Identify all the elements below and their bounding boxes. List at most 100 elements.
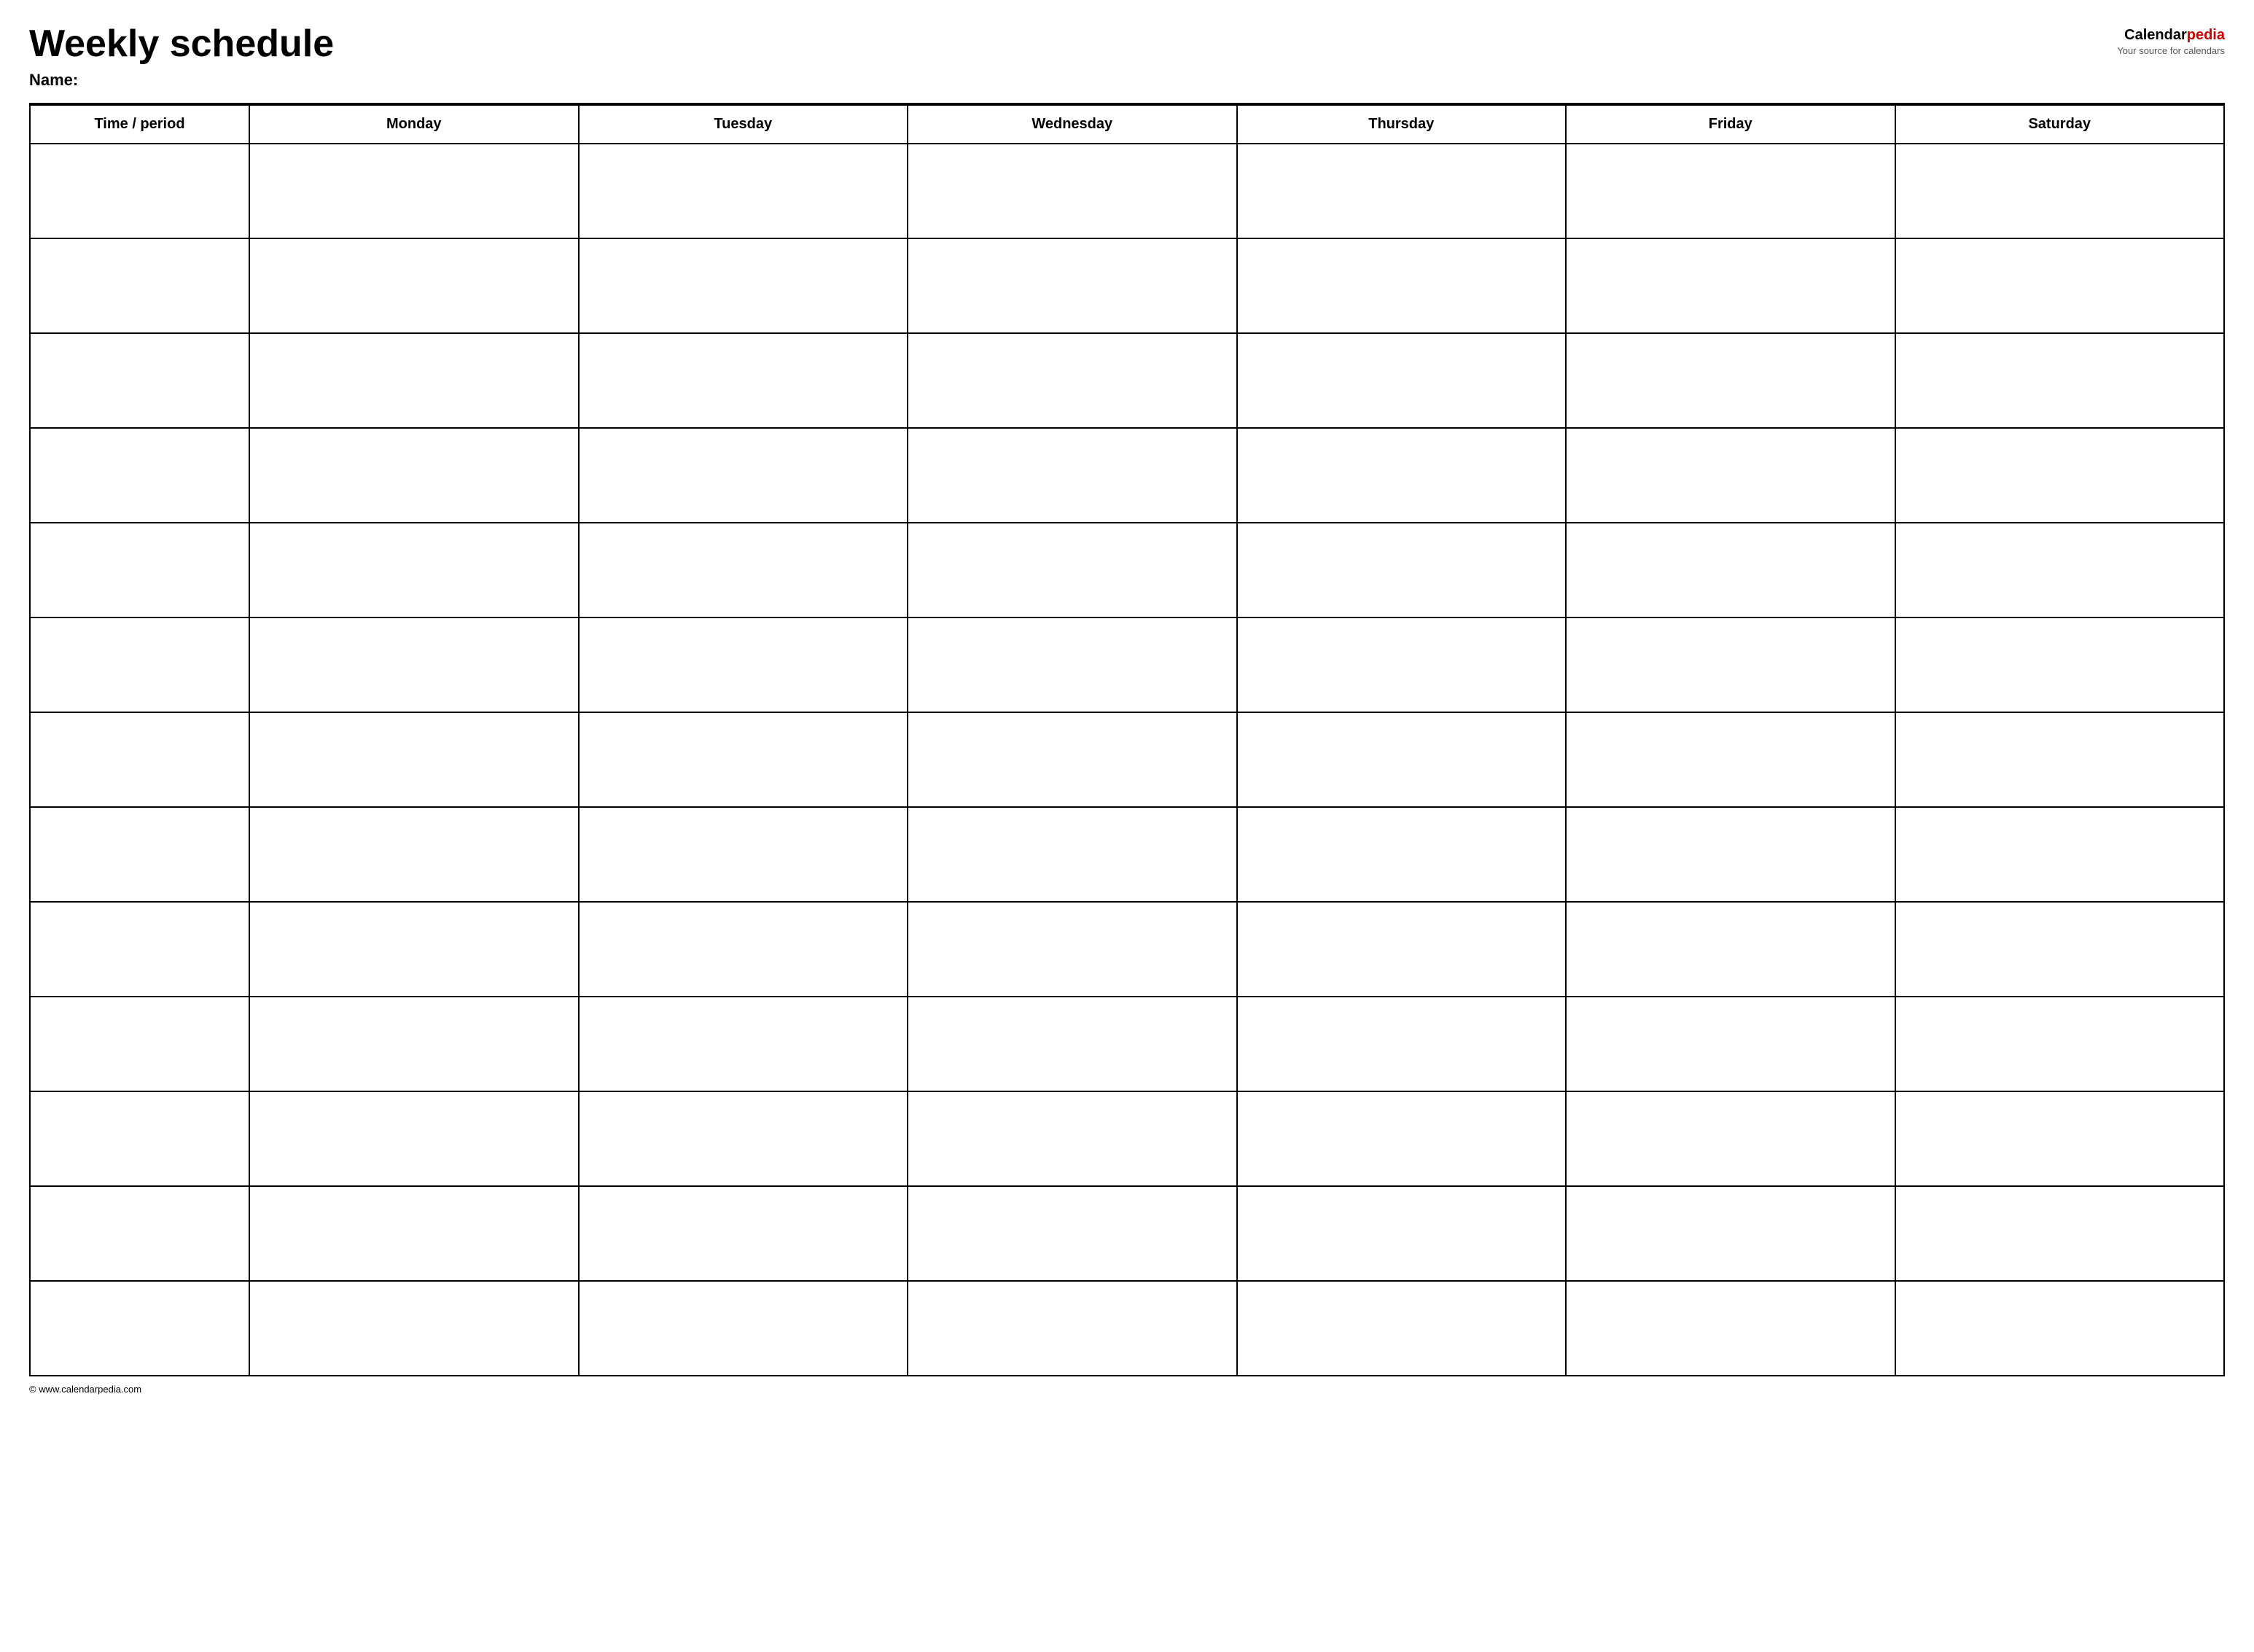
schedule-cell[interactable]	[1237, 902, 1567, 997]
schedule-cell[interactable]	[1895, 902, 2225, 997]
schedule-cell[interactable]	[579, 712, 908, 807]
schedule-cell[interactable]	[1566, 712, 1895, 807]
schedule-cell[interactable]	[249, 902, 579, 997]
col-header-wednesday: Wednesday	[908, 105, 1237, 144]
schedule-cell[interactable]	[908, 902, 1237, 997]
time-cell[interactable]	[30, 712, 249, 807]
schedule-cell[interactable]	[908, 1186, 1237, 1281]
schedule-cell[interactable]	[908, 1091, 1237, 1186]
schedule-cell[interactable]	[1895, 617, 2225, 712]
schedule-cell[interactable]	[908, 428, 1237, 523]
schedule-cell[interactable]	[1566, 1091, 1895, 1186]
schedule-cell[interactable]	[1237, 617, 1567, 712]
schedule-cell[interactable]	[1237, 997, 1567, 1091]
schedule-cell[interactable]	[249, 807, 579, 902]
page-header: Weekly schedule Name: Calendarpedia Your…	[29, 23, 2225, 90]
schedule-cell[interactable]	[908, 712, 1237, 807]
col-header-monday: Monday	[249, 105, 579, 144]
schedule-cell[interactable]	[579, 1281, 908, 1376]
schedule-cell[interactable]	[908, 617, 1237, 712]
schedule-cell[interactable]	[249, 1091, 579, 1186]
schedule-cell[interactable]	[1895, 523, 2225, 617]
schedule-cell[interactable]	[579, 807, 908, 902]
time-cell[interactable]	[30, 617, 249, 712]
schedule-cell[interactable]	[1237, 712, 1567, 807]
table-row	[30, 617, 2224, 712]
schedule-cell[interactable]	[1895, 333, 2225, 428]
schedule-cell[interactable]	[908, 1281, 1237, 1376]
table-row	[30, 1091, 2224, 1186]
schedule-cell[interactable]	[249, 617, 579, 712]
time-cell[interactable]	[30, 997, 249, 1091]
time-cell[interactable]	[30, 238, 249, 333]
schedule-cell[interactable]	[1237, 1186, 1567, 1281]
schedule-cell[interactable]	[908, 997, 1237, 1091]
page-title: Weekly schedule	[29, 23, 2117, 65]
schedule-cell[interactable]	[1237, 144, 1567, 238]
schedule-cell[interactable]	[1566, 1281, 1895, 1376]
time-cell[interactable]	[30, 1281, 249, 1376]
schedule-cell[interactable]	[1566, 333, 1895, 428]
time-cell[interactable]	[30, 333, 249, 428]
schedule-cell[interactable]	[1895, 807, 2225, 902]
schedule-cell[interactable]	[579, 523, 908, 617]
schedule-cell[interactable]	[579, 238, 908, 333]
schedule-cell[interactable]	[1895, 1091, 2225, 1186]
time-cell[interactable]	[30, 428, 249, 523]
time-cell[interactable]	[30, 807, 249, 902]
schedule-cell[interactable]	[579, 902, 908, 997]
schedule-cell[interactable]	[1237, 523, 1567, 617]
schedule-cell[interactable]	[1566, 617, 1895, 712]
time-cell[interactable]	[30, 1186, 249, 1281]
time-cell[interactable]	[30, 902, 249, 997]
logo-brand-part2: pedia	[2187, 27, 2225, 43]
schedule-cell[interactable]	[1895, 997, 2225, 1091]
schedule-cell[interactable]	[908, 144, 1237, 238]
schedule-cell[interactable]	[1237, 807, 1567, 902]
schedule-cell[interactable]	[1566, 1186, 1895, 1281]
schedule-cell[interactable]	[249, 523, 579, 617]
schedule-cell[interactable]	[1237, 238, 1567, 333]
schedule-cell[interactable]	[249, 428, 579, 523]
schedule-cell[interactable]	[249, 238, 579, 333]
time-cell[interactable]	[30, 144, 249, 238]
schedule-cell[interactable]	[249, 997, 579, 1091]
schedule-cell[interactable]	[579, 428, 908, 523]
schedule-table: Time / period Monday Tuesday Wednesday T…	[29, 104, 2225, 1376]
schedule-cell[interactable]	[249, 712, 579, 807]
schedule-cell[interactable]	[1566, 807, 1895, 902]
schedule-cell[interactable]	[1895, 1186, 2225, 1281]
schedule-cell[interactable]	[249, 144, 579, 238]
schedule-cell[interactable]	[1895, 1281, 2225, 1376]
schedule-cell[interactable]	[1895, 712, 2225, 807]
schedule-cell[interactable]	[1566, 144, 1895, 238]
schedule-cell[interactable]	[579, 144, 908, 238]
schedule-cell[interactable]	[1566, 238, 1895, 333]
schedule-cell[interactable]	[908, 807, 1237, 902]
schedule-cell[interactable]	[249, 1281, 579, 1376]
schedule-cell[interactable]	[908, 333, 1237, 428]
schedule-cell[interactable]	[249, 1186, 579, 1281]
time-cell[interactable]	[30, 523, 249, 617]
schedule-cell[interactable]	[1237, 428, 1567, 523]
time-cell[interactable]	[30, 1091, 249, 1186]
schedule-cell[interactable]	[1237, 1091, 1567, 1186]
schedule-cell[interactable]	[1237, 333, 1567, 428]
schedule-cell[interactable]	[1895, 238, 2225, 333]
schedule-cell[interactable]	[1237, 1281, 1567, 1376]
schedule-cell[interactable]	[579, 333, 908, 428]
schedule-cell[interactable]	[249, 333, 579, 428]
schedule-cell[interactable]	[1566, 523, 1895, 617]
schedule-cell[interactable]	[1566, 902, 1895, 997]
schedule-cell[interactable]	[579, 1186, 908, 1281]
schedule-cell[interactable]	[579, 617, 908, 712]
schedule-cell[interactable]	[1566, 997, 1895, 1091]
schedule-cell[interactable]	[579, 997, 908, 1091]
schedule-cell[interactable]	[579, 1091, 908, 1186]
schedule-cell[interactable]	[1895, 428, 2225, 523]
schedule-cell[interactable]	[1566, 428, 1895, 523]
schedule-cell[interactable]	[1895, 144, 2225, 238]
schedule-cell[interactable]	[908, 523, 1237, 617]
logo-subtitle: Your source for calendars	[2117, 45, 2225, 56]
schedule-cell[interactable]	[908, 238, 1237, 333]
